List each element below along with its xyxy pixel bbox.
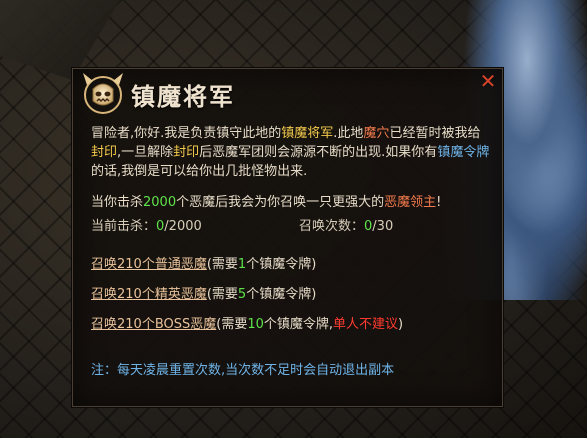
close-icon[interactable]: ✕ [478, 71, 498, 91]
demon-skull-emblem-icon [83, 73, 123, 114]
seal-highlight: 封印 [91, 145, 118, 160]
option-text: 个镇魔令牌) [246, 287, 317, 302]
intro-text-part: 后恶魔军团则会源源不断的出现.如果你有 [199, 145, 438, 160]
summon-count-total: /30 [372, 219, 394, 234]
option-text: 个镇魔令牌, [263, 317, 334, 332]
npc-name-highlight: 镇魔将军 [281, 126, 334, 141]
npc-dialog: 镇魔将军 ✕ 冒险者,你好.我是负责镇守此地的镇魔将军.此地魔穴已经暂时被我给封… [72, 68, 503, 407]
kill-count-label: 当前击杀： [91, 219, 157, 234]
summon-normal-link[interactable]: 召唤210个普通恶魔 [91, 257, 207, 272]
intro-text-part: 已经暂时被我给 [389, 126, 481, 141]
summon-count-label: 召唤次数： [299, 219, 365, 234]
option-text: 个镇魔令牌) [246, 257, 317, 272]
summon-boss-link[interactable]: 召唤210个BOSS恶魔 [91, 317, 216, 332]
intro-text-part: 的话,我倒是可以给你出几批怪物出来. [91, 164, 308, 179]
token-cost: 1 [237, 257, 247, 272]
summon-info-part: ! [436, 195, 442, 210]
reset-note: 注：每天凌晨重置次数,当次数不足时会自动退出副本 [91, 363, 395, 378]
kill-count-total: /2000 [164, 219, 202, 234]
kill-target-number: 2000 [143, 195, 177, 210]
option-text: ) [398, 317, 404, 332]
demon-lord-highlight: 恶魔领主 [384, 195, 437, 210]
summon-elite-link[interactable]: 召唤210个精英恶魔 [91, 287, 207, 302]
intro-text-part: 冒险者,你好.我是负责镇守此地的 [91, 126, 282, 141]
progress-row: 当前击杀：0/2000 召唤次数：0/30 [91, 217, 491, 236]
intro-text: 冒险者,你好.我是负责镇守此地的镇魔将军.此地魔穴已经暂时被我给封印,一旦解除封… [91, 124, 491, 181]
summon-option-elite: 召唤210个精英恶魔(需要5个镇魔令牌) [91, 285, 316, 304]
option-text: (需要 [206, 257, 238, 272]
intro-text-part: ,一旦解除 [117, 145, 174, 160]
lord-summon-info: 当你击杀2000个恶魔后我会为你召唤一只更强大的恶魔领主! [91, 193, 441, 212]
summon-count: 召唤次数：0/30 [299, 217, 393, 236]
option-text: (需要 [216, 317, 248, 332]
option-text: (需要 [206, 287, 238, 302]
token-highlight: 镇魔令牌 [437, 145, 490, 160]
solo-warning: 单人不建议 [333, 317, 399, 332]
cave-highlight: 魔穴 [363, 126, 390, 141]
summon-info-part: 个恶魔后我会为你召唤一只更强大的 [176, 195, 385, 210]
summon-option-normal: 召唤210个普通恶魔(需要1个镇魔令牌) [91, 255, 316, 274]
token-cost: 5 [237, 287, 247, 302]
token-cost: 10 [247, 317, 264, 332]
intro-text-part: .此地 [333, 126, 364, 141]
seal-highlight: 封印 [173, 145, 200, 160]
summon-info-part: 当你击杀 [91, 195, 144, 210]
dialog-title: 镇魔将军 [131, 82, 235, 111]
kill-count: 当前击杀：0/2000 [91, 219, 202, 234]
summon-option-boss: 召唤210个BOSS恶魔(需要10个镇魔令牌,单人不建议) [91, 315, 403, 334]
